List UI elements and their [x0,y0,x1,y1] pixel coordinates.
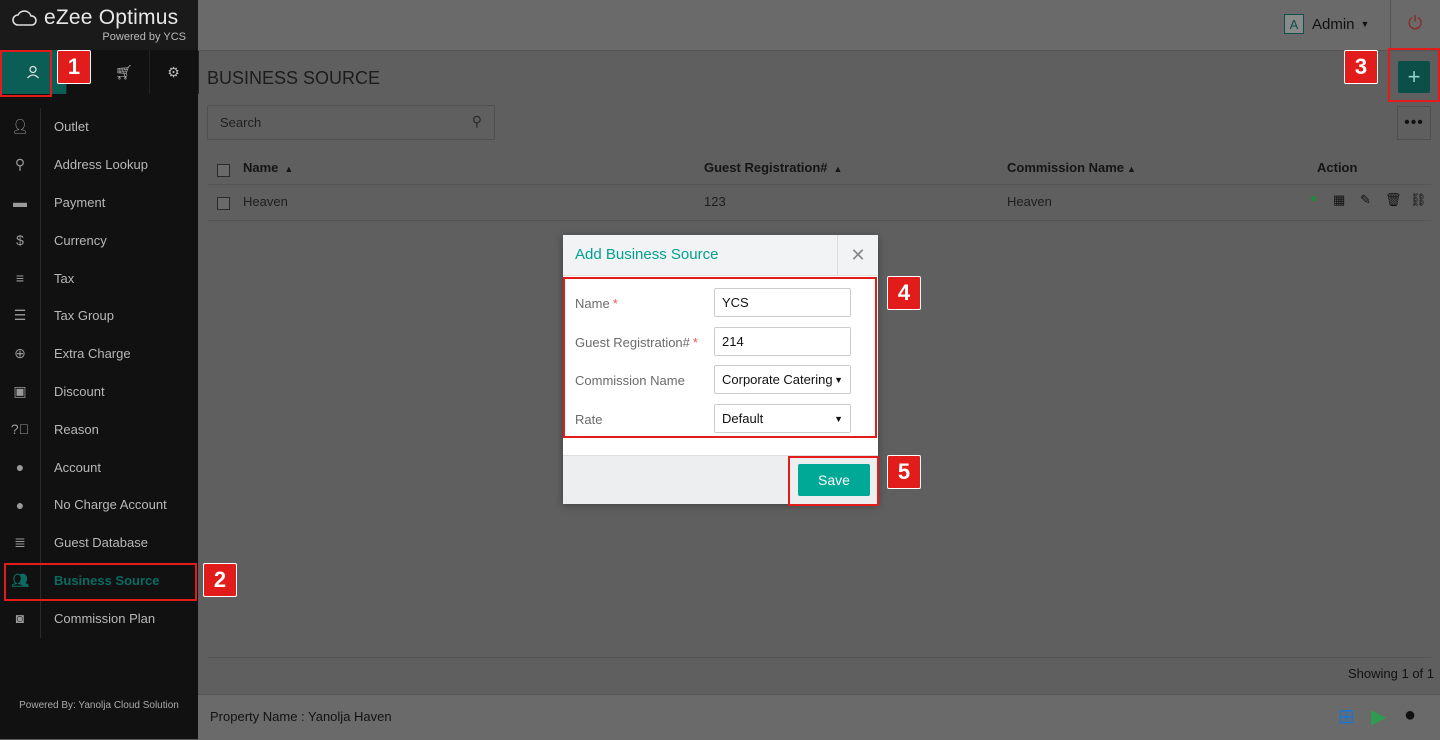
dialog-header: Add Business Source ✕ [563,235,878,276]
play-store-icon[interactable]: ▶ [1371,704,1386,729]
dialog-title: Add Business Source [575,246,719,263]
sidebar-item-account[interactable]: ● Account [0,448,198,486]
table-cell-name: Heaven [243,194,288,209]
person-icon: ● [15,459,25,476]
brand-name: eZee Optimus [44,6,179,29]
select-all-checkbox[interactable] [217,164,230,177]
list-icon: ☰ [13,307,27,324]
sidebar-item-address-lookup[interactable]: ⚲ Address Lookup [0,146,198,184]
sidebar-item-payment[interactable]: ▬ Payment [0,184,198,222]
power-icon[interactable]: ⏻ [1408,13,1422,34]
sidebar-item-no-charge-account[interactable]: ● No Charge Account [0,486,198,524]
cloud-icon [12,10,37,27]
annotation-badge-2: 2 [203,563,237,597]
table-cell-guest-registration: 123 [704,194,726,209]
annotation-badge-1: 1 [57,50,91,84]
annotation-box-1 [0,50,52,97]
pagination-info: Showing 1 of 1 [1348,666,1435,681]
column-header-commission-name[interactable]: Commission Name ▲ [1007,160,1136,175]
top-header [198,0,1440,51]
search-box: ⚲ [207,105,495,140]
cart-tab-button[interactable]: 🛒︎ [99,50,150,94]
sidebar-item-reason[interactable]: ?⃝ Reason [0,410,198,448]
delete-icon[interactable]: 🗑︎ [1385,192,1402,208]
sort-arrow-icon: ▲ [1127,164,1136,174]
powered-by: Powered By: Yanolja Cloud Solution [19,700,179,711]
annotation-badge-5: 5 [887,455,921,489]
annotation-box-4 [563,277,877,438]
column-header-name[interactable]: Name ▲ [243,160,293,175]
dollar-icon: $ [16,232,24,249]
windows-icon[interactable]: ⊞ [1338,704,1355,729]
table-divider [207,184,1431,185]
ellipsis-icon: ••• [1404,114,1424,131]
header-divider [1390,0,1391,50]
bars-icon: ≡ [15,270,25,287]
location-icon: ⚲ [14,156,26,173]
annotation-badge-3: 3 [1344,50,1378,84]
table-cell-commission-name: Heaven [1007,194,1052,209]
link-icon[interactable]: ⛓︎ [1410,192,1427,208]
database-icon: ≣ [14,534,26,551]
brand-logo: eZee Optimus Powered by YCS [0,0,198,50]
cart-icon: 🛒︎ [115,63,133,80]
sort-arrow-icon: ▲ [284,164,294,174]
search-icon[interactable]: ⚲ [472,113,482,130]
gift-icon: ▣ [13,382,27,399]
plus-circle-icon: ⊕ [14,345,26,362]
annotation-box-3 [1388,48,1440,102]
row-checkbox[interactable] [217,197,230,210]
user-icon: 👤︎ [11,118,29,135]
caret-down-icon: ▼ [1360,19,1370,29]
property-name: Property Name : Yanolja Haven [210,709,392,724]
table-divider [207,220,1431,221]
more-options-button[interactable]: ••• [1397,106,1431,140]
sidebar-item-outlet[interactable]: 👤︎ Outlet [0,108,198,146]
close-icon[interactable]: ✕ [837,235,878,275]
search-input[interactable] [208,106,472,139]
sidebar-item-currency[interactable]: $ Currency [0,221,198,259]
annotation-badge-4: 4 [887,276,921,310]
person-icon: ● [15,496,25,513]
annotation-box-2 [4,563,197,601]
user-menu[interactable]: A Admin ▼ [1284,14,1369,34]
money-icon: ◙ [15,610,25,627]
column-header-action: Action [1317,160,1358,175]
sidebar-menu: 👤︎ Outlet ⚲ Address Lookup ▬ Payment $ Curre… [0,108,198,637]
question-icon: ?⃝ [10,421,30,438]
avatar: A [1284,14,1304,34]
column-header-guest-registration[interactable]: Guest Registration# ▲ [704,160,842,175]
sort-arrow-icon: ▲ [833,164,843,174]
status-dot-icon: ● [1310,191,1318,205]
gear-icon: ⚙︎ [167,63,180,80]
brand-sub: Powered by YCS [102,31,186,43]
page-title: BUSINESS SOURCE [207,68,381,88]
annotation-box-5 [788,456,879,506]
sidebar-item-commission-plan[interactable]: ◙ Commission Plan [0,599,198,637]
sidebar-item-guest-database[interactable]: ≣ Guest Database [0,524,198,562]
edit-icon[interactable]: ✎ [1360,192,1371,208]
settings-tab-button[interactable]: ⚙︎ [149,50,199,94]
table-footer-divider [207,657,1431,658]
sidebar-item-tax[interactable]: ≡ Tax [0,259,198,297]
apple-icon[interactable]: ● [1404,704,1416,727]
sidebar-item-tax-group[interactable]: ☰ Tax Group [0,297,198,335]
card-icon: ▬ [13,194,27,211]
user-name: Admin [1312,15,1355,33]
sidebar-item-discount[interactable]: ▣ Discount [0,373,198,411]
store-icon[interactable]: ▦ [1333,192,1345,208]
sidebar-item-extra-charge[interactable]: ⊕ Extra Charge [0,335,198,373]
